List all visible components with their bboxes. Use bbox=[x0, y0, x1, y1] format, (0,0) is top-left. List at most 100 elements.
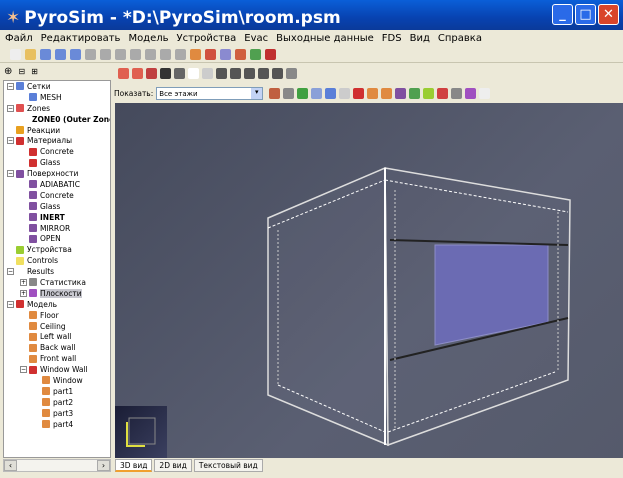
toolbar-button-icon[interactable] bbox=[146, 68, 157, 79]
toolbar-button-icon[interactable] bbox=[465, 88, 477, 99]
scroll-left-icon[interactable]: ‹ bbox=[4, 460, 17, 471]
toolbar-button-icon[interactable] bbox=[250, 48, 261, 60]
toolbar-button-icon[interactable] bbox=[132, 68, 143, 79]
navigator-icon[interactable]: ⊕ bbox=[4, 66, 12, 77]
toolbar-button-icon[interactable] bbox=[265, 48, 276, 60]
tree-item[interactable]: Ceiling bbox=[4, 321, 110, 332]
menu-item[interactable]: Модель bbox=[128, 33, 168, 44]
tab-2d-view[interactable]: 2D вид bbox=[154, 459, 192, 472]
toolbar-button-icon[interactable] bbox=[297, 88, 309, 99]
toolbar-button-icon[interactable] bbox=[367, 88, 379, 99]
collapse-icon[interactable]: − bbox=[7, 104, 14, 112]
tree-item[interactable]: − Поверхности bbox=[4, 168, 110, 179]
toolbar-button-icon[interactable] bbox=[353, 88, 365, 99]
menu-item[interactable]: Устройства bbox=[177, 33, 237, 44]
toolbar-button-icon[interactable] bbox=[205, 48, 216, 60]
toolbar-button-icon[interactable] bbox=[118, 68, 129, 79]
collapse-icon[interactable]: − bbox=[7, 268, 14, 276]
toolbar-button-icon[interactable] bbox=[70, 48, 81, 60]
tree-item[interactable]: − Results bbox=[4, 266, 110, 277]
toolbar-button-icon[interactable] bbox=[423, 88, 435, 99]
toolbar-button-icon[interactable] bbox=[451, 88, 463, 99]
tree-item[interactable]: Concrete bbox=[4, 146, 110, 157]
toolbar-button-icon[interactable] bbox=[175, 48, 186, 60]
tree-item[interactable]: Left wall bbox=[4, 331, 110, 342]
tree-item[interactable]: Устройства bbox=[4, 244, 110, 255]
toolbar-button-icon[interactable] bbox=[283, 88, 295, 99]
toolbar-button-icon[interactable] bbox=[160, 48, 171, 60]
toolbar-button-icon[interactable] bbox=[25, 48, 36, 60]
toolbar-button-icon[interactable] bbox=[188, 68, 199, 79]
toolbar-button-icon[interactable] bbox=[174, 68, 185, 79]
minimize-button[interactable]: _ bbox=[552, 4, 573, 25]
toolbar-button-icon[interactable] bbox=[244, 68, 255, 79]
tab-text-view[interactable]: Текстовый вид bbox=[193, 459, 263, 472]
toolbar-button-icon[interactable] bbox=[272, 68, 283, 79]
collapse-icon[interactable]: − bbox=[7, 300, 14, 308]
tree-item[interactable]: Glass bbox=[4, 157, 110, 168]
collapse-icon[interactable]: − bbox=[7, 137, 14, 145]
menu-item[interactable]: Редактировать bbox=[41, 33, 121, 44]
toolbar-button-icon[interactable] bbox=[409, 88, 421, 99]
tree-item[interactable]: − Модель bbox=[4, 299, 110, 310]
3d-viewport[interactable] bbox=[115, 103, 623, 458]
tree-item[interactable]: Front wall bbox=[4, 353, 110, 364]
toolbar-button-icon[interactable] bbox=[235, 48, 246, 60]
toolbar-button-icon[interactable] bbox=[311, 88, 323, 99]
toolbar-button-icon[interactable] bbox=[395, 88, 407, 99]
tree-item[interactable]: Concrete bbox=[4, 190, 110, 201]
expand-all-icon[interactable]: ⊞ bbox=[31, 67, 38, 76]
toolbar-button-icon[interactable] bbox=[479, 88, 491, 99]
toolbar-button-icon[interactable] bbox=[437, 88, 449, 99]
tab-3d-view[interactable]: 3D вид bbox=[115, 459, 153, 472]
toolbar-button-icon[interactable] bbox=[202, 68, 213, 79]
toolbar-button-icon[interactable] bbox=[325, 88, 337, 99]
toolbar-button-icon[interactable] bbox=[10, 48, 21, 60]
collapse-all-icon[interactable]: ⊟ bbox=[18, 67, 25, 76]
toolbar-button-icon[interactable] bbox=[160, 68, 171, 79]
close-button[interactable]: ✕ bbox=[598, 4, 619, 25]
tree-item[interactable]: + Статистика bbox=[4, 277, 110, 288]
tree-item[interactable]: − Материалы bbox=[4, 135, 110, 146]
tree-item[interactable]: MESH bbox=[4, 92, 110, 103]
toolbar-button-icon[interactable] bbox=[269, 88, 281, 99]
toolbar-button-icon[interactable] bbox=[190, 48, 201, 60]
maximize-button[interactable]: □ bbox=[575, 4, 596, 25]
tree-item[interactable]: + Плоскости bbox=[4, 288, 110, 299]
menu-item[interactable]: Файл bbox=[5, 33, 33, 44]
tree-item[interactable]: INERT bbox=[4, 212, 110, 223]
menu-item[interactable]: Выходные данные bbox=[276, 33, 374, 44]
tree-item[interactable]: Glass bbox=[4, 201, 110, 212]
tree-item[interactable]: ADIABATIC bbox=[4, 179, 110, 190]
tree-item[interactable]: Реакции bbox=[4, 125, 110, 136]
tree-item[interactable]: part3 bbox=[4, 408, 110, 419]
tree-item[interactable]: − Zones bbox=[4, 103, 110, 114]
tree-item[interactable]: MIRROR bbox=[4, 223, 110, 234]
collapse-icon[interactable]: − bbox=[7, 82, 14, 90]
tree-horizontal-scrollbar[interactable]: ‹ › bbox=[3, 459, 111, 472]
toolbar-button-icon[interactable] bbox=[230, 68, 241, 79]
toolbar-button-icon[interactable] bbox=[216, 68, 227, 79]
expand-icon[interactable]: + bbox=[20, 289, 27, 297]
toolbar-button-icon[interactable] bbox=[339, 88, 351, 99]
tree-item[interactable]: Floor bbox=[4, 310, 110, 321]
tree-item[interactable]: ZONE0 (Outer Zone) bbox=[4, 114, 110, 125]
scroll-right-icon[interactable]: › bbox=[97, 460, 110, 471]
menu-item[interactable]: Справка bbox=[438, 33, 482, 44]
tree-item[interactable]: OPEN bbox=[4, 233, 110, 244]
menu-item[interactable]: FDS bbox=[382, 33, 402, 44]
toolbar-button-icon[interactable] bbox=[100, 48, 111, 60]
tree-item[interactable]: part2 bbox=[4, 397, 110, 408]
toolbar-button-icon[interactable] bbox=[85, 48, 96, 60]
toolbar-button-icon[interactable] bbox=[258, 68, 269, 79]
toolbar-button-icon[interactable] bbox=[130, 48, 141, 60]
tree-item[interactable]: Back wall bbox=[4, 342, 110, 353]
toolbar-button-icon[interactable] bbox=[381, 88, 393, 99]
tree-item[interactable]: Controls bbox=[4, 255, 110, 266]
tree-item[interactable]: Window bbox=[4, 375, 110, 386]
toolbar-button-icon[interactable] bbox=[115, 48, 126, 60]
menu-item[interactable]: Вид bbox=[410, 33, 430, 44]
collapse-icon[interactable]: − bbox=[7, 170, 14, 178]
collapse-icon[interactable]: − bbox=[20, 366, 27, 374]
toolbar-button-icon[interactable] bbox=[145, 48, 156, 60]
